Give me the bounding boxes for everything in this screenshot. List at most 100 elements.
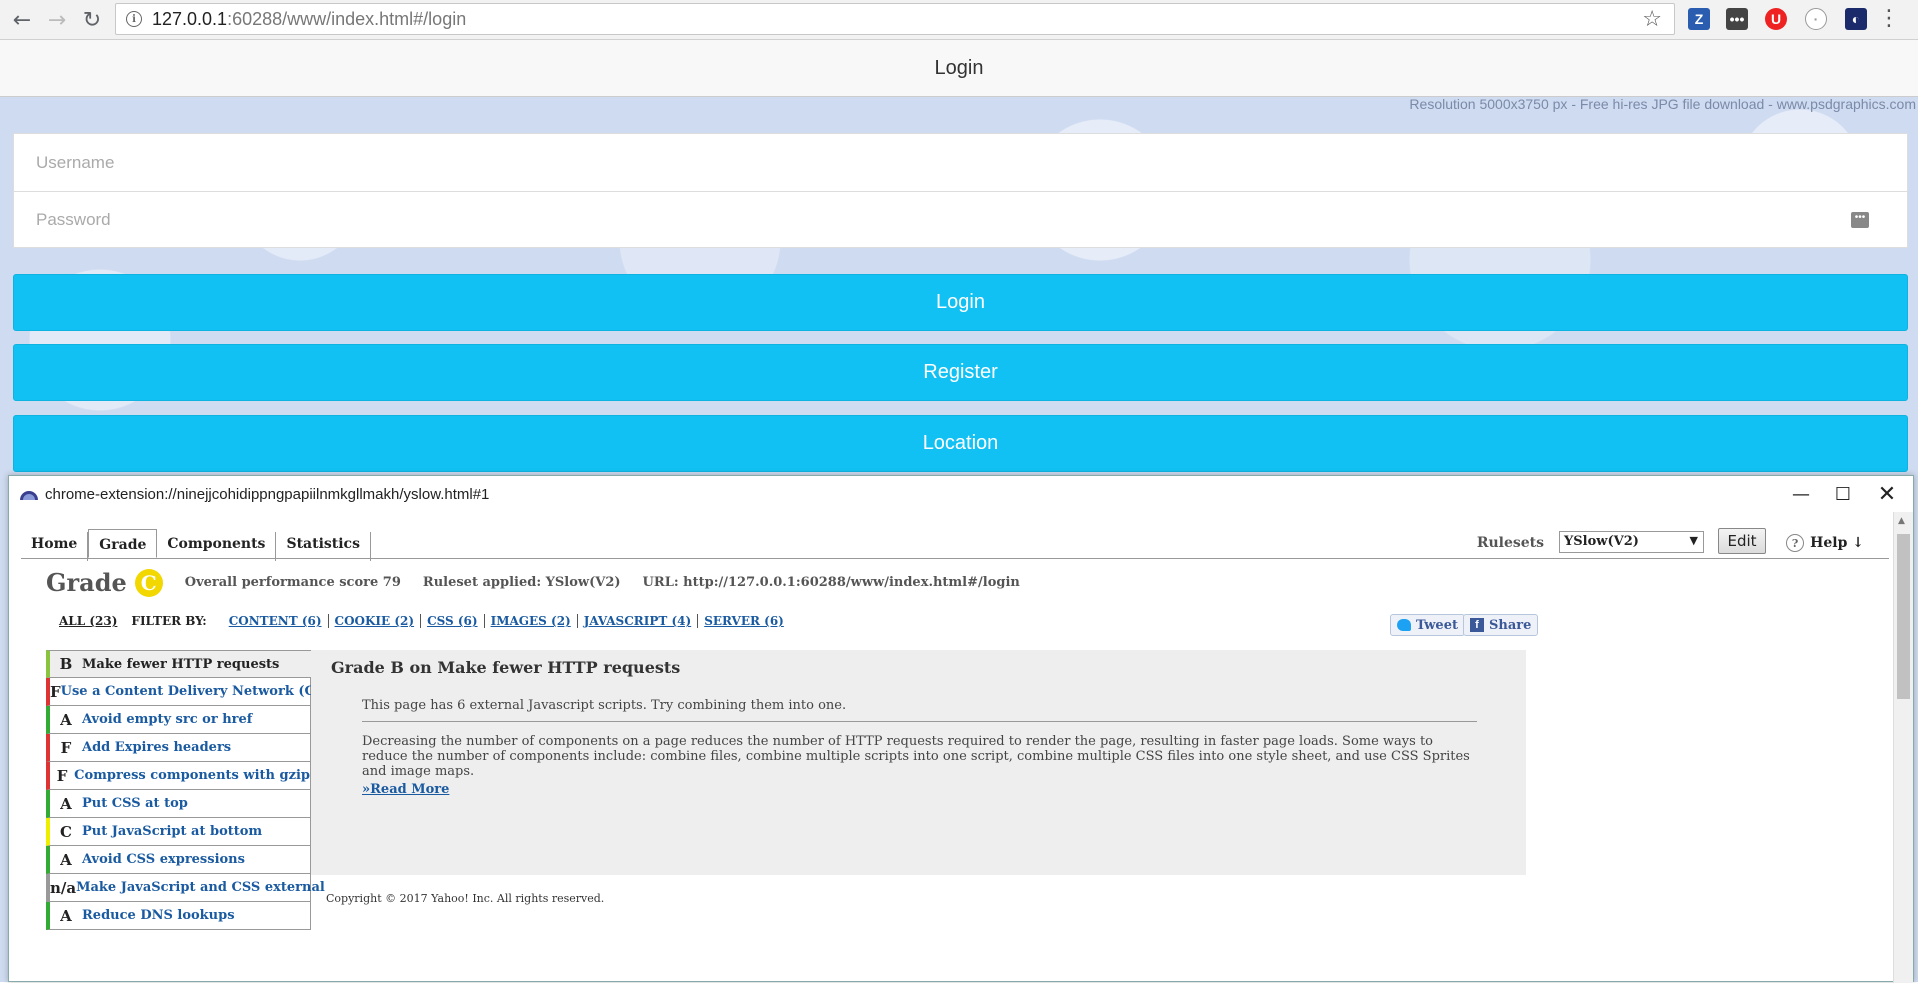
yslow-content: Home Grade Components Statistics Ruleset… [9, 512, 1894, 983]
rule-grade: F [56, 766, 68, 785]
rule-name[interactable]: Put CSS at top [82, 796, 188, 811]
ruleset-applied: Ruleset applied: YSlow(V2) [422, 575, 621, 590]
rule-name: Make fewer HTTP requests [82, 656, 280, 672]
page-title: Login [0, 40, 1918, 97]
rule-item[interactable]: F Add Expires headers [46, 734, 311, 762]
rule-name[interactable]: Add Expires headers [82, 740, 231, 755]
help-menu[interactable]: ? Help ↓ [1786, 534, 1864, 552]
minimize-icon[interactable]: — [1781, 480, 1821, 508]
rule-name[interactable]: Avoid CSS expressions [82, 852, 245, 867]
rule-name[interactable]: Avoid empty src or href [82, 712, 252, 727]
tab-statistics[interactable]: Statistics [276, 532, 371, 561]
help-question-icon: ? [1786, 534, 1805, 552]
rule-item[interactable]: C Put JavaScript at bottom [46, 818, 311, 846]
info-icon[interactable]: i [126, 11, 142, 27]
detail-description: Decreasing the number of components on a… [362, 734, 1470, 779]
detail-summary: This page has 6 external Javascript scri… [362, 698, 847, 713]
rule-name[interactable]: Compress components with gzip [74, 768, 310, 783]
filter-bar: ALL (23) FILTER BY: CONTENT (6) COOKIE (… [59, 614, 790, 628]
filter-javascript[interactable]: JAVASCRIPT (4) [578, 614, 699, 628]
rule-item[interactable]: B Make fewer HTTP requests [46, 650, 311, 678]
filter-content[interactable]: CONTENT (6) [223, 614, 329, 628]
yslow-window: chrome-extension://ninejjcohidippngpapii… [8, 475, 1914, 983]
filter-cookie[interactable]: COOKIE (2) [329, 614, 422, 628]
tab-home[interactable]: Home [21, 532, 89, 561]
dropdown-arrow-icon: ▼ [1689, 534, 1698, 547]
detail-divider [362, 721, 1477, 722]
background-watermark: Resolution 5000x3750 px - Free hi-res JP… [1409, 96, 1916, 112]
chrome-menu-icon[interactable]: ⋮ [1878, 6, 1900, 31]
ruleset-select[interactable]: YSlow(V2) ▼ [1559, 531, 1704, 553]
filter-css[interactable]: CSS (6) [421, 614, 485, 628]
rule-grade: B [59, 655, 73, 673]
filter-all[interactable]: ALL (23) [59, 614, 117, 628]
grade-heading: Grade [46, 568, 127, 597]
filter-images[interactable]: IMAGES (2) [485, 614, 578, 628]
register-button[interactable]: Register [13, 344, 1908, 401]
rule-item[interactable]: F Use a Content Delivery Network (CDN) [46, 678, 344, 706]
rule-item[interactable]: A Put CSS at top [46, 790, 311, 818]
rule-item[interactable]: A Reduce DNS lookups [46, 902, 311, 930]
address-url[interactable]: 127.0.0.1:60288/www/index.html#/login [152, 9, 466, 30]
grade-badge: C [134, 568, 163, 597]
tweet-button[interactable]: Tweet [1390, 614, 1465, 636]
rule-grade: n/a [50, 878, 77, 897]
grade-summary: Grade C Overall performance score 79 Rul… [46, 568, 1020, 597]
rule-name[interactable]: Use a Content Delivery Network (CDN) [61, 684, 345, 699]
read-more-link[interactable]: »Read More [362, 782, 449, 797]
rule-name[interactable]: Reduce DNS lookups [82, 908, 235, 923]
zotero-extension-icon[interactable]: Z [1688, 8, 1710, 30]
username-row [14, 134, 1907, 191]
rule-item[interactable]: A Avoid CSS expressions [46, 846, 311, 874]
bookmark-star-icon[interactable]: ☆ [1642, 7, 1662, 32]
tab-grade[interactable]: Grade [88, 529, 158, 558]
rule-grade: F [60, 738, 72, 757]
browser-toolbar: ← → ↻ i 127.0.0.1:60288/www/index.html#/… [0, 0, 1918, 40]
rule-item[interactable]: n/a Make JavaScript and CSS external [46, 874, 325, 902]
forward-arrow-icon[interactable]: → [43, 6, 71, 34]
password-input[interactable] [34, 209, 1834, 231]
ublock-extension-icon[interactable]: U [1765, 8, 1787, 30]
rulesets-label: Rulesets [1476, 535, 1544, 551]
close-icon[interactable]: ✕ [1867, 480, 1907, 508]
rule-grade: F [50, 682, 61, 701]
rule-name[interactable]: Put JavaScript at bottom [82, 824, 262, 839]
address-bar[interactable]: i 127.0.0.1:60288/www/index.html#/login … [115, 3, 1675, 35]
maximize-icon[interactable]: ☐ [1823, 480, 1863, 508]
login-form: ••• [13, 133, 1908, 248]
copyright-text: Copyright © 2017 Yahoo! Inc. All rights … [326, 892, 605, 905]
tab-components[interactable]: Components [157, 532, 277, 561]
rule-list: B Make fewer HTTP requests F Use a Content … [46, 650, 344, 930]
yslow-tabs: Home Grade Components Statistics [21, 529, 371, 561]
scrollbar-thumb[interactable] [1897, 534, 1910, 699]
extension-dots-icon[interactable]: ••• [1726, 8, 1748, 30]
reload-icon[interactable]: ↻ [78, 6, 106, 34]
scrollbar[interactable]: ▲ [1893, 512, 1913, 983]
filter-by-label: FILTER BY: [131, 614, 207, 628]
rule-detail-panel: Grade B on Make fewer HTTP requests This… [311, 650, 1526, 875]
yslow-extension-icon[interactable]: ◐ [1845, 8, 1867, 30]
rule-item[interactable]: F Compress components with gzip [46, 762, 311, 790]
rule-grade: A [60, 710, 72, 729]
password-manager-icon[interactable]: ••• [1851, 212, 1869, 228]
username-input[interactable] [34, 151, 1834, 174]
overall-score: Overall performance score 79 [184, 575, 401, 590]
edit-ruleset-button[interactable]: Edit [1718, 528, 1766, 554]
rule-name[interactable]: Make JavaScript and CSS external [76, 880, 325, 895]
back-arrow-icon[interactable]: ← [8, 6, 36, 34]
tab-divider [21, 558, 1889, 559]
filter-server[interactable]: SERVER (6) [698, 614, 790, 628]
rule-item[interactable]: A Avoid empty src or href [46, 706, 311, 734]
rule-grade: A [60, 906, 72, 925]
login-button[interactable]: Login [13, 274, 1908, 331]
rule-grade: A [60, 794, 72, 813]
share-button[interactable]: f Share [1463, 614, 1539, 636]
yslow-logo-icon [20, 491, 38, 500]
rule-grade: A [60, 850, 72, 869]
location-button[interactable]: Location [13, 415, 1908, 472]
window-title: chrome-extension://ninejjcohidippngpapii… [45, 485, 490, 503]
extension-circle-icon[interactable]: · [1805, 8, 1827, 30]
rule-grade: C [60, 822, 72, 841]
scroll-up-icon[interactable]: ▲ [1898, 516, 1905, 526]
window-titlebar[interactable]: chrome-extension://ninejjcohidippngpapii… [9, 476, 1913, 512]
